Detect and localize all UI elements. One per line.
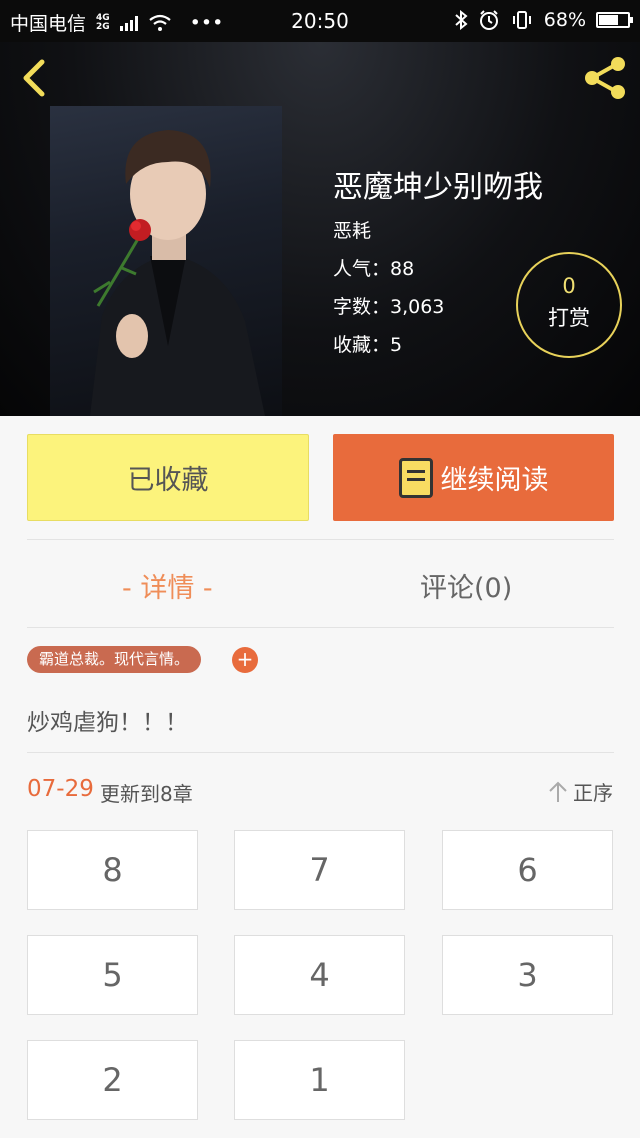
chapter-number: 6 [517, 851, 538, 889]
cover-illustration [90, 130, 265, 416]
share-button[interactable] [580, 54, 630, 102]
vibrate-icon [512, 11, 531, 29]
update-status: 更新到8章 [100, 782, 193, 806]
status-bar: 中国电信 4G 2G ••• 20:50 68% [0, 0, 640, 42]
word-count-stat: 字数：3,063 [333, 296, 445, 318]
book-icon [398, 457, 433, 498]
favorites-stat: 收藏：5 [333, 334, 403, 356]
book-description: 炒鸡虐狗！！！ [27, 710, 188, 736]
chevron-left-icon [23, 59, 45, 97]
genre-tag[interactable]: 霸道总裁。现代言情。 [27, 646, 202, 673]
chapter-button[interactable]: 8 [27, 830, 198, 910]
sort-order-button[interactable]: 正序 [547, 777, 613, 806]
chapter-button[interactable]: 1 [234, 1040, 405, 1120]
chapter-button[interactable]: 7 [234, 830, 405, 910]
chapter-number: 3 [517, 956, 538, 994]
book-title: 恶魔坤少别吻我 [333, 170, 543, 205]
reward-button[interactable]: 0 打赏 [516, 252, 622, 358]
chapter-number: 7 [309, 851, 330, 889]
continue-reading-button[interactable]: 继续阅读 [333, 434, 614, 521]
sort-order-label: 正序 [573, 781, 613, 805]
chapter-number: 4 [309, 956, 330, 994]
alarm-icon [479, 10, 498, 30]
author-name[interactable]: 恶耗 [333, 216, 371, 243]
update-date: 07-29 [27, 776, 94, 802]
battery-percent: 68% [543, 9, 586, 31]
back-button[interactable] [14, 56, 54, 100]
popularity-stat: 人气：88 [333, 258, 415, 280]
divider [27, 752, 614, 753]
book-header: 恶魔坤少别吻我 恶耗 人气：88 字数：3,063 收藏：5 0 打赏 [0, 42, 640, 416]
divider [27, 539, 614, 540]
battery-icon [596, 12, 633, 28]
reward-count: 0 [562, 274, 576, 298]
add-tag-button[interactable]: + [232, 647, 258, 673]
chapter-number: 1 [309, 1061, 330, 1099]
favorited-label: 已收藏 [127, 465, 209, 496]
tab-comments[interactable]: 评论(0) [420, 566, 512, 605]
favorited-button[interactable]: 已收藏 [27, 434, 309, 521]
tab-detail[interactable]: - 详情 - [122, 566, 213, 605]
chapter-button[interactable]: 6 [442, 830, 613, 910]
chapter-button[interactable]: 5 [27, 935, 198, 1015]
book-cover-image[interactable] [50, 106, 282, 416]
chapter-button[interactable]: 2 [27, 1040, 198, 1120]
chapter-button[interactable]: 4 [234, 935, 405, 1015]
continue-reading-label: 继续阅读 [440, 465, 549, 496]
divider [27, 627, 614, 628]
chapter-number: 2 [102, 1061, 123, 1099]
chapter-number: 8 [102, 851, 123, 889]
chapter-number: 5 [102, 956, 123, 994]
share-icon [585, 57, 625, 99]
reward-label: 打赏 [548, 306, 590, 330]
arrow-up-icon [549, 781, 567, 802]
chapter-button[interactable]: 3 [442, 935, 613, 1015]
bluetooth-icon [455, 10, 468, 30]
